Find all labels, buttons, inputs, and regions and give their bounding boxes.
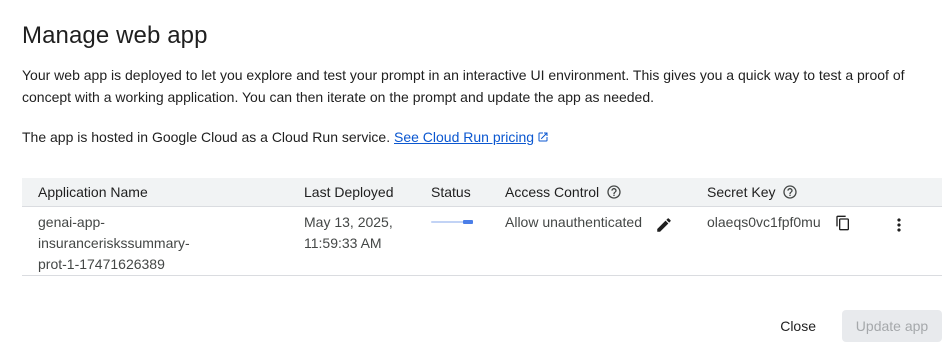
- app-name-line: genai-app-: [38, 214, 105, 230]
- header-secret-key: Secret Key: [707, 184, 798, 200]
- cloud-run-pricing-link[interactable]: See Cloud Run pricing: [394, 129, 549, 145]
- pricing-link-label: See Cloud Run pricing: [394, 129, 535, 145]
- copy-icon[interactable]: [835, 215, 851, 231]
- table-row: genai-app- insuranceriskssummary- prot-1…: [22, 207, 942, 276]
- hosted-info: The app is hosted in Google Cloud as a C…: [22, 126, 549, 148]
- close-button[interactable]: Close: [766, 310, 830, 342]
- header-application-name: Application Name: [38, 184, 148, 200]
- application-name-cell: genai-app- insuranceriskssummary- prot-1…: [38, 212, 268, 275]
- deployed-date-line: May 13, 2025,: [304, 214, 393, 230]
- app-name-line: prot-1-17471626389: [38, 256, 165, 272]
- last-deployed-cell: May 13, 2025, 11:59:33 AM: [304, 212, 414, 254]
- table-header: Application Name Last Deployed Status Ac…: [22, 178, 942, 207]
- deployed-time-line: 11:59:33 AM: [304, 235, 382, 251]
- dialog-title: Manage web app: [22, 22, 208, 49]
- header-last-deployed: Last Deployed: [304, 184, 394, 200]
- access-control-label: Access Control: [505, 184, 600, 200]
- header-access-control: Access Control: [505, 184, 622, 200]
- dialog-description: Your web app is deployed to let you expl…: [22, 67, 905, 105]
- pencil-icon[interactable]: [655, 216, 673, 234]
- open-in-new-icon: [538, 132, 548, 142]
- access-control-value: Allow unauthenticated: [505, 214, 642, 230]
- secret-key-value: olaeqs0vc1fpf0mu: [707, 214, 821, 230]
- update-app-button: Update app: [842, 310, 942, 342]
- help-circle-icon[interactable]: [782, 184, 798, 200]
- app-name-line: insuranceriskssummary-: [38, 235, 190, 251]
- web-app-table: Application Name Last Deployed Status Ac…: [22, 178, 942, 276]
- status-progress-fill: [463, 220, 473, 224]
- dialog-footer: Close Update app: [642, 310, 942, 342]
- header-status: Status: [431, 184, 471, 200]
- status-progress-bar: [431, 219, 473, 225]
- secret-key-label: Secret Key: [707, 184, 776, 200]
- hosted-text: The app is hosted in Google Cloud as a C…: [22, 129, 394, 145]
- manage-web-app-dialog: Manage web app Your web app is deployed …: [0, 0, 950, 350]
- more-vert-icon[interactable]: [889, 215, 909, 235]
- help-circle-icon[interactable]: [606, 184, 622, 200]
